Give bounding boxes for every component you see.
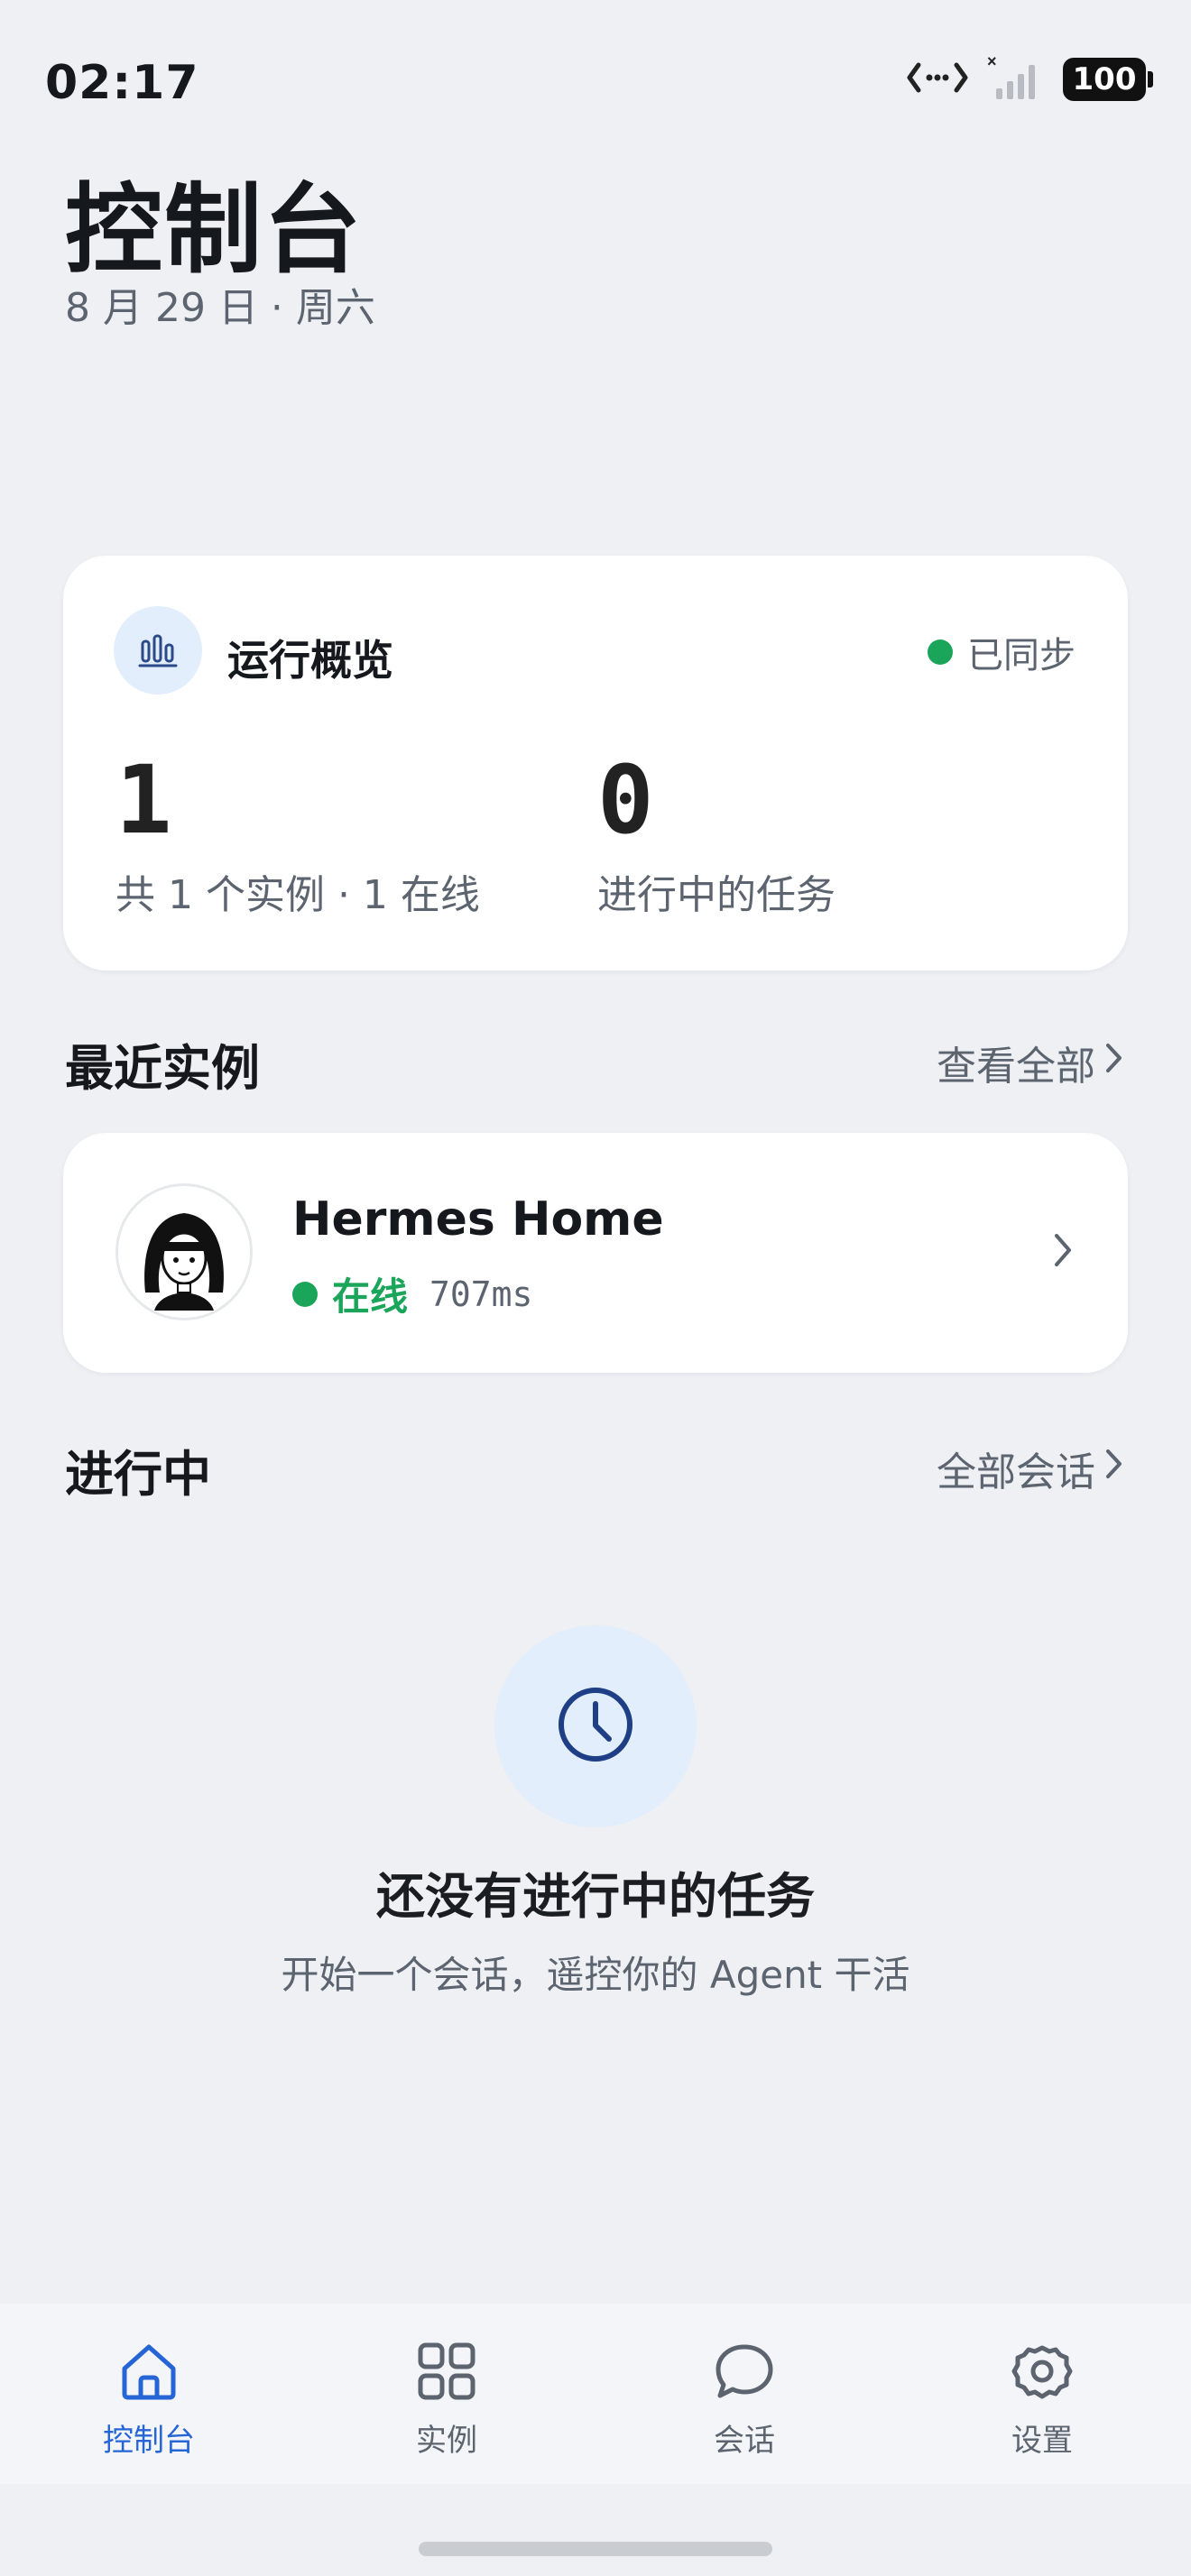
empty-state-illustration <box>494 1625 697 1827</box>
sync-status-label: 已同步 <box>967 635 1076 676</box>
nav-sessions[interactable]: 会话 <box>596 2304 893 2484</box>
view-all-label: 查看全部 <box>937 1044 1095 1090</box>
sync-status: 已同步 <box>928 626 1076 678</box>
gear-icon <box>1009 2338 1076 2408</box>
all-sessions-link[interactable]: 全部会话 <box>937 1440 1124 1497</box>
page-title: 控制台 <box>65 174 364 287</box>
nav-label: 设置 <box>1011 2423 1073 2459</box>
chevron-right-icon <box>1104 1446 1124 1492</box>
svg-text:×: × <box>987 54 997 70</box>
grid-icon <box>413 2338 480 2408</box>
home-indicator[interactable] <box>419 2542 772 2556</box>
battery-icon: 100 <box>1063 58 1153 101</box>
status-icons: × 100 <box>906 52 1153 105</box>
status-time: 02:17 <box>45 56 199 110</box>
chat-bubble-icon <box>711 2338 778 2408</box>
instance-count-label: 共 1 个实例 · 1 在线 <box>115 872 480 918</box>
instance-card-hermes-home[interactable]: Hermes Home 在线 707ms <box>63 1133 1128 1373</box>
nav-instances[interactable]: 实例 <box>298 2304 596 2484</box>
instance-status: 在线 707ms <box>292 1266 532 1321</box>
empty-state-title: 还没有进行中的任务 <box>376 1868 815 1925</box>
data-transfer-icon <box>906 56 969 103</box>
overview-title: 运行概览 <box>227 636 393 685</box>
recent-instances-title: 最近实例 <box>65 1040 260 1097</box>
sync-dot-icon <box>928 639 953 665</box>
instance-count: 1 <box>115 745 172 855</box>
instance-name: Hermes Home <box>292 1192 664 1247</box>
avatar <box>115 1183 253 1320</box>
home-icon <box>115 2338 182 2408</box>
nav-dashboard[interactable]: 控制台 <box>0 2304 298 2484</box>
chevron-right-icon <box>1052 1230 1074 1274</box>
status-bar: 02:17 × 100 <box>0 0 1191 162</box>
bar-chart-icon <box>114 606 202 695</box>
in-progress-title: 进行中 <box>65 1446 211 1503</box>
online-dot-icon <box>292 1281 318 1307</box>
nav-label: 会话 <box>714 2423 775 2459</box>
clock-icon <box>555 1684 636 1769</box>
signal-icon: × <box>987 52 1045 105</box>
bottom-nav: 控制台 实例 会话 设置 <box>0 2304 1191 2484</box>
overview-card[interactable]: 运行概览 已同步 1 0 共 1 个实例 · 1 在线 进行中的任务 <box>63 556 1128 971</box>
view-all-link[interactable]: 查看全部 <box>937 1034 1124 1091</box>
chevron-right-icon <box>1104 1040 1124 1086</box>
empty-state-subtitle: 开始一个会话，遥控你的 Agent 干活 <box>281 1953 910 1997</box>
all-sessions-label: 全部会话 <box>937 1449 1095 1495</box>
instance-status-label: 在线 <box>332 1274 409 1319</box>
task-count: 0 <box>597 745 654 855</box>
nav-label: 控制台 <box>103 2423 195 2459</box>
nav-label: 实例 <box>416 2423 477 2459</box>
nav-settings[interactable]: 设置 <box>893 2304 1191 2484</box>
instance-latency: 707ms <box>429 1274 533 1314</box>
task-count-label: 进行中的任务 <box>597 872 836 918</box>
page-date: 8 月 29 日 · 周六 <box>65 285 375 331</box>
